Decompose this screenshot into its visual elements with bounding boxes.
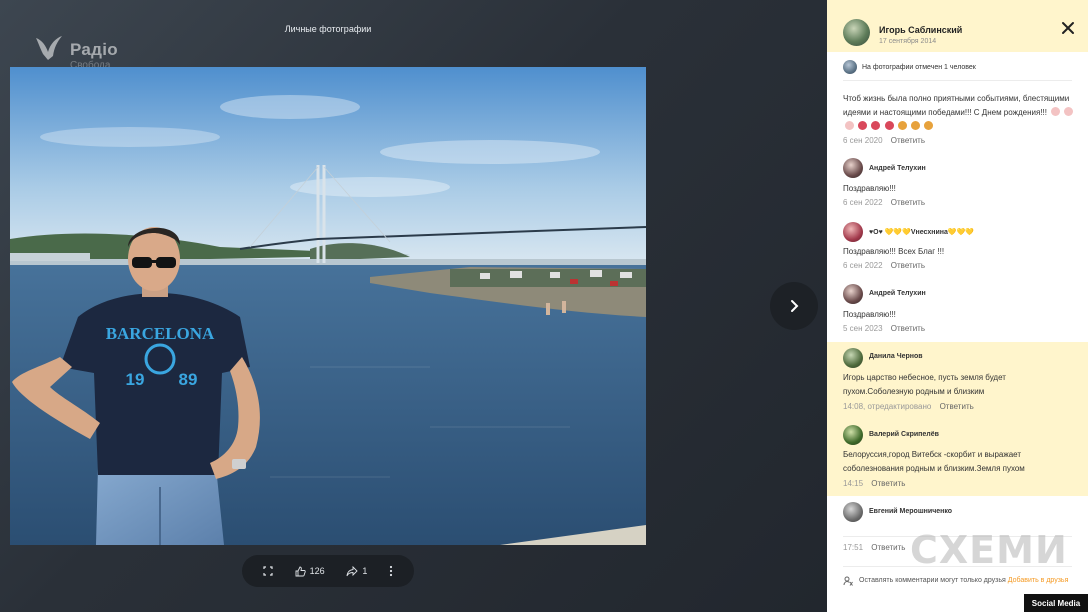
comment-highlighted: Валерий Скрипелёв Белоруссия,город Витеб… (827, 420, 1088, 496)
shirt-print-89: 89 (179, 370, 198, 389)
gift-emoji-icon (897, 121, 907, 130)
commenter-avatar[interactable] (843, 502, 863, 522)
commenter-avatar[interactable] (843, 348, 863, 368)
commenter-name[interactable]: Андрей Телухин (869, 165, 926, 172)
gift-emoji-icon (911, 121, 921, 130)
comment-time: 14:08, отредактировано (843, 402, 932, 411)
like-button[interactable]: 126 (295, 566, 325, 577)
share-icon (346, 565, 358, 576)
comment-meta: 6 сен 2022 Ответить (843, 261, 925, 270)
photo-viewer: Радіо Свобода Личные фотографии BARCELON… (0, 0, 827, 612)
reply-link[interactable]: Ответить (940, 402, 974, 411)
photo-owner-header: Игорь Саблинский 17 сентября 2014 (827, 0, 1088, 52)
owner-avatar[interactable] (843, 19, 870, 46)
cake-emoji-icon (1064, 107, 1074, 116)
reply-link[interactable]: Ответить (871, 479, 905, 488)
album-title: Личные фотографии (284, 24, 372, 34)
likes-count: 126 (309, 566, 325, 576)
comment-time: 17:51 (843, 543, 864, 552)
restriction-text: Оставлять комментарии могут только друзь… (859, 577, 1006, 584)
comment-time: 5 сен 2023 (843, 324, 883, 333)
more-icon (390, 565, 393, 577)
comment: Андрей Телухин Поздравляю!!! 6 сен 2022 … (827, 152, 1088, 212)
gift-emoji-icon (924, 121, 934, 130)
rose-emoji-icon (884, 121, 894, 130)
shares-count: 1 (362, 566, 368, 576)
comment: ♥О♥ 💛💛💛Vнесхнина💛💛💛 Поздравляю!!! Всех Б… (827, 214, 1088, 276)
comments-panel: Игорь Саблинский 17 сентября 2014 На фот… (827, 0, 1088, 612)
shirt-print-barcelona: BARCELONA (106, 324, 215, 343)
expand-button[interactable] (263, 566, 273, 576)
photo[interactable]: BARCELONA 19 89 (10, 67, 646, 545)
close-icon[interactable] (1061, 21, 1075, 35)
share-button[interactable]: 1 (346, 565, 368, 577)
rose-emoji-icon (871, 121, 881, 130)
comment-meta: 17:51 Ответить (843, 543, 905, 552)
tagged-avatar (843, 60, 857, 74)
reply-link[interactable]: Ответить (891, 136, 925, 145)
commenter-avatar[interactable] (843, 284, 863, 304)
next-photo-button[interactable] (770, 282, 818, 330)
reply-link[interactable]: Ответить (871, 543, 905, 552)
comment-text: Поздравляю!!! (843, 184, 896, 193)
cake-emoji-icon (845, 121, 854, 130)
commenter-avatar[interactable] (843, 425, 863, 445)
comment-highlighted: Данила Чернов Игорь царство небесное, пу… (827, 342, 1088, 420)
photo-action-bar: 126 1 (242, 555, 414, 587)
commenter-name[interactable]: Валерий Скрипелёв (869, 431, 939, 438)
commenter-name[interactable]: Андрей Телухин (869, 290, 926, 297)
tagged-people[interactable]: На фотографии отмечен 1 человек (843, 59, 976, 75)
schemes-watermark: СХЕМИ (910, 528, 1068, 572)
comment-time: 6 сен 2022 (843, 261, 883, 270)
divider (843, 80, 1072, 81)
comment-text: Поздравляю!!! (843, 310, 896, 319)
comment: Андрей Телухин Поздравляю!!! 5 сен 2023 … (827, 277, 1088, 339)
comment-time: 6 сен 2022 (843, 198, 883, 207)
commenter-avatar[interactable] (843, 158, 863, 178)
lock-user-icon (843, 576, 853, 586)
commenter-avatar[interactable] (843, 222, 863, 242)
chevron-right-icon (791, 300, 799, 312)
comment-meta: 14:08, отредактировано Ответить (843, 402, 974, 411)
owner-name[interactable]: Игорь Саблинский (879, 25, 962, 35)
comment-restriction-note: Оставлять комментарии могут только друзь… (843, 576, 1083, 586)
caption-text: Чтоб жизнь была полно приятными событиям… (843, 94, 1070, 117)
more-button[interactable] (389, 565, 393, 577)
comment-time: 14:15 (843, 479, 864, 488)
reply-link[interactable]: Ответить (891, 324, 925, 333)
logo-bird-icon (36, 36, 62, 60)
commenter-name[interactable]: Евгений Мерошниченко (869, 508, 952, 515)
caption-time: 6 сен 2020 (843, 136, 883, 145)
tagged-text: На фотографии отмечен 1 человек (862, 63, 976, 71)
add-friend-link[interactable]: Добавить в друзья (1008, 577, 1069, 584)
comment-meta: 14:15 Ответить (843, 479, 905, 488)
shirt-print-19: 19 (126, 370, 145, 389)
rose-emoji-icon (858, 121, 868, 130)
like-icon (295, 566, 306, 576)
logo-name: Радіо (70, 40, 118, 59)
comment-text: Поздравляю!!! Всех Благ !!! (843, 247, 945, 256)
commenter-name[interactable]: ♥О♥ 💛💛💛Vнесхнина💛💛💛 (869, 228, 974, 236)
cake-emoji-icon (1051, 107, 1061, 116)
reply-link[interactable]: Ответить (891, 261, 925, 270)
photo-date: 17 сентября 2014 (879, 38, 937, 45)
photo-caption: Чтоб жизнь была полно приятными событиям… (843, 92, 1075, 148)
reply-link[interactable]: Ответить (891, 198, 925, 207)
caption-meta: 6 сен 2020 Ответить (843, 134, 1075, 148)
comment-meta: 6 сен 2022 Ответить (843, 198, 925, 207)
expand-icon (263, 566, 273, 576)
commenter-name[interactable]: Данила Чернов (869, 353, 923, 360)
comment-text: Белоруссия,город Витебск -скорбит и выра… (843, 450, 1025, 473)
comment-text: Игорь царство небесное, пусть земля буде… (843, 373, 1006, 396)
comment-meta: 5 сен 2023 Ответить (843, 324, 925, 333)
social-media-badge: Social Media (1024, 594, 1088, 612)
